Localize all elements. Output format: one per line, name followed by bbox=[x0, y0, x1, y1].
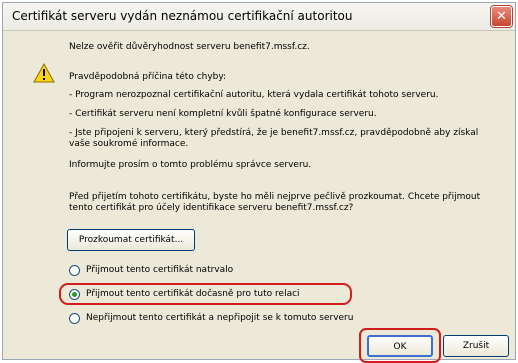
warning-icon bbox=[33, 63, 55, 83]
radio-reject[interactable] bbox=[69, 313, 80, 324]
ok-button-highlight bbox=[359, 328, 441, 363]
cause-incomplete-cert: - Certifikát serveru není kompletní kvůl… bbox=[69, 109, 377, 119]
radio-permanent[interactable] bbox=[69, 265, 80, 276]
temporary-option-highlight bbox=[59, 283, 352, 305]
option-permanent-label: Přijmout tento certifikát natrvalo bbox=[86, 265, 234, 275]
close-icon: ✕ bbox=[496, 9, 507, 24]
close-button[interactable]: ✕ bbox=[491, 6, 512, 27]
before-accept-line2: tento certifikát pro účely identifikace … bbox=[69, 203, 354, 213]
cause-heading: Pravděpodobná příčina této chyby: bbox=[69, 72, 227, 82]
cause-impostor-line2: vaše soukromé informace. bbox=[69, 139, 189, 149]
title-bar[interactable]: Certifikát serveru vydán neznámou certif… bbox=[3, 3, 515, 31]
cause-unknown-ca: - Program nerozpoznal certifikační autor… bbox=[69, 90, 439, 100]
examine-certificate-button[interactable]: Prozkoumat certifikát... bbox=[67, 229, 195, 251]
option-reject-label: Nepřijmout tento certifikát a nepřipojit… bbox=[86, 313, 354, 323]
cancel-button[interactable]: Zrušit bbox=[443, 335, 509, 357]
dialog-title: Certifikát serveru vydán neznámou certif… bbox=[12, 9, 353, 23]
cannot-verify-text: Nelze ověřit důvěryhodnost serveru benef… bbox=[69, 42, 310, 52]
inform-admin-text: Informujte prosím o tomto problému správ… bbox=[69, 160, 312, 170]
certificate-dialog: Certifikát serveru vydán neznámou certif… bbox=[2, 2, 516, 363]
